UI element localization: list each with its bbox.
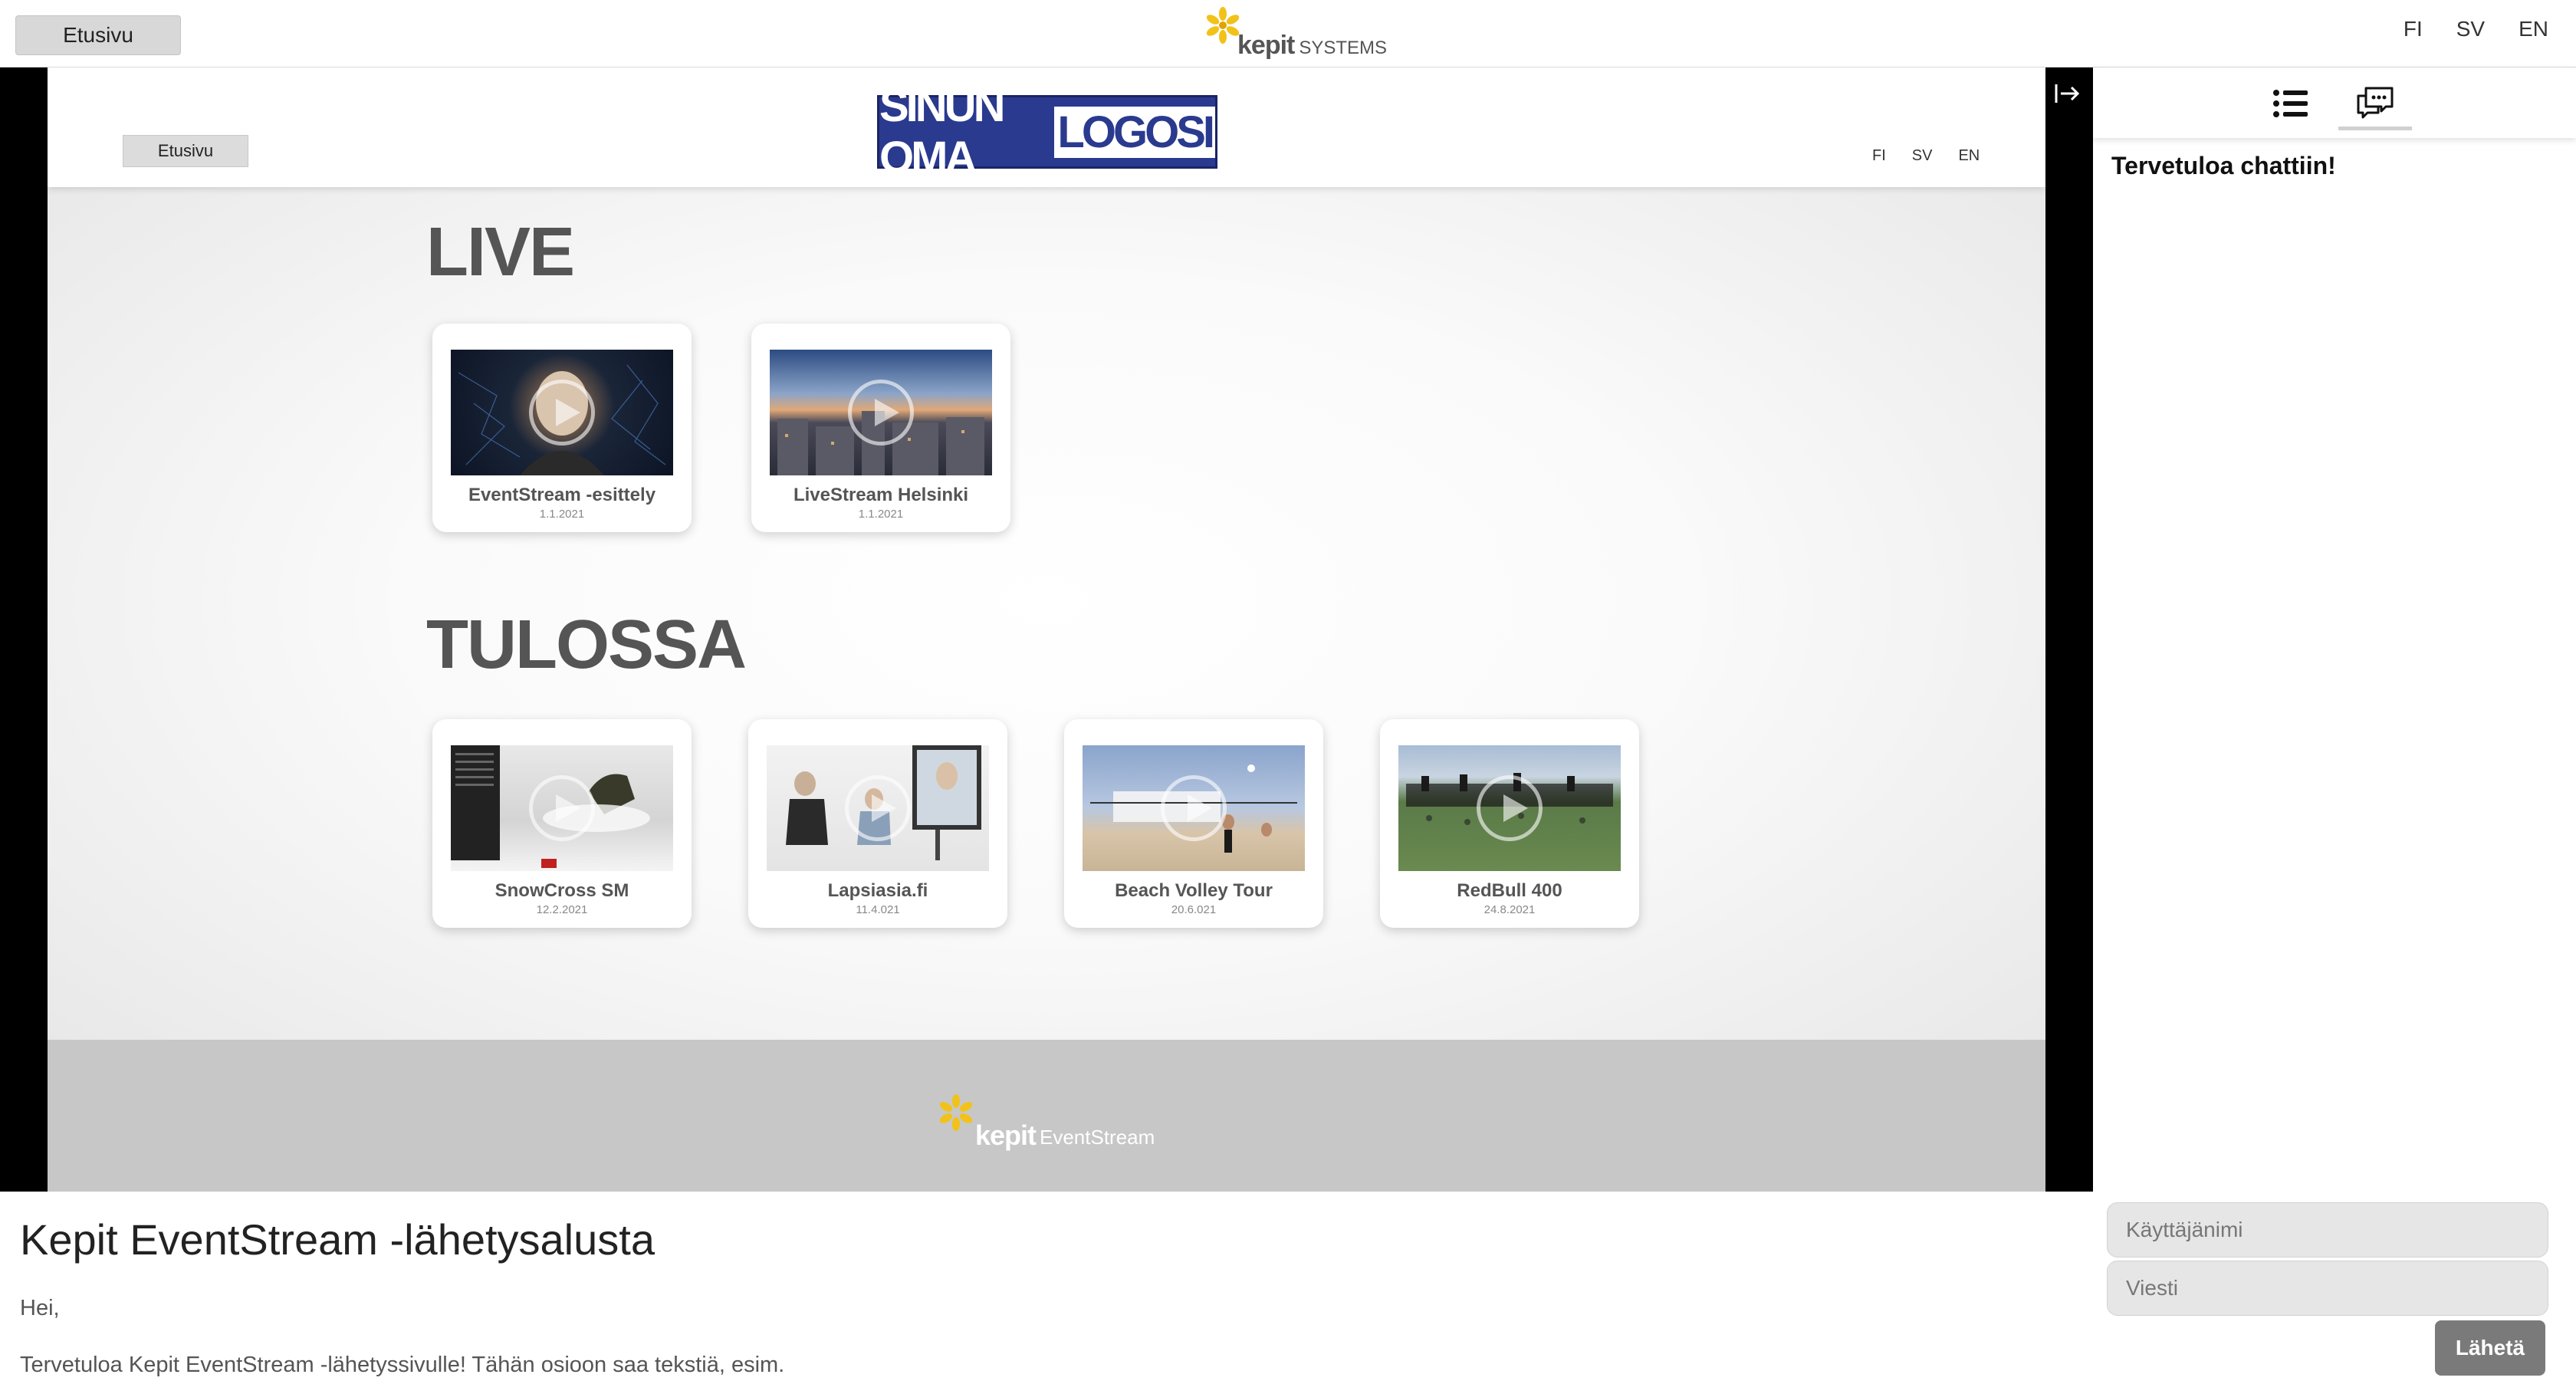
kepit-systems-logo: kepit SYSTEMS — [1204, 6, 1388, 61]
play-icon — [529, 380, 595, 445]
live-section-title: LIVE — [426, 214, 575, 291]
stream-footer: kepit EventStream — [48, 1040, 2045, 1192]
chat-panel: Tervetuloa chattiin! Lähetä — [2093, 67, 2576, 1394]
event-card: LiveStream Helsinki 1.1.2021 — [751, 324, 1010, 532]
message-input[interactable] — [2107, 1261, 2548, 1316]
upcoming-section-title: TULOSSA — [426, 607, 747, 683]
event-title: SnowCross SM — [495, 880, 629, 901]
collapse-chat-icon[interactable] — [2047, 74, 2087, 113]
chat-tabs — [2093, 67, 2576, 138]
page-title: Kepit EventStream -lähetysalusta — [20, 1215, 655, 1264]
custom-logo: SINUN OMA LOGOSI — [877, 81, 1217, 182]
language-switcher: FI SV EN — [2404, 17, 2548, 41]
stream-page-preview: Etusivu SINUN OMA LOGOSI FI SV EN LIVE E… — [48, 67, 2045, 1192]
tab-chat[interactable] — [2338, 77, 2412, 130]
event-date: 1.1.2021 — [858, 508, 904, 521]
play-icon — [845, 775, 911, 841]
description-section: Kepit EventStream -lähetysalusta Hei, Te… — [0, 1192, 2093, 1394]
event-thumbnail — [1083, 745, 1305, 871]
list-icon — [2273, 90, 2308, 117]
event-date: 24.8.2021 — [1484, 903, 1536, 916]
event-thumbnail — [451, 350, 673, 475]
event-date: 12.2.2021 — [536, 903, 588, 916]
play-icon — [1161, 775, 1227, 841]
event-title: RedBull 400 — [1457, 880, 1562, 901]
lang-fi-link[interactable]: FI — [2404, 17, 2423, 41]
flower-logo-icon — [939, 1094, 973, 1131]
stream-language-switcher: FI SV EN — [1872, 147, 1980, 164]
chat-welcome-message: Tervetuloa chattiin! — [2111, 152, 2336, 179]
home-button[interactable]: Etusivu — [15, 15, 181, 55]
event-card: Lapsiasia.fi 11.4.021 — [748, 719, 1007, 928]
send-button[interactable]: Lähetä — [2435, 1320, 2545, 1376]
event-thumbnail — [451, 745, 673, 871]
brand-name: kepit — [1237, 31, 1295, 60]
event-card: Beach Volley Tour 20.6.021 — [1064, 719, 1323, 928]
event-thumbnail — [770, 350, 992, 475]
event-card: SnowCross SM 12.2.2021 — [432, 719, 692, 928]
description-body: Tervetuloa Kepit EventStream -lähetyssiv… — [20, 1353, 785, 1377]
event-thumbnail — [767, 745, 989, 871]
play-icon — [848, 380, 914, 445]
play-icon — [529, 775, 595, 841]
event-card: EventStream -esittely 1.1.2021 — [432, 324, 692, 532]
stream-header: Etusivu SINUN OMA LOGOSI FI SV EN — [48, 67, 2045, 187]
event-thumbnail — [1398, 745, 1621, 871]
lang-sv-link[interactable]: SV — [2456, 17, 2485, 41]
lang-en-link[interactable]: EN — [2518, 17, 2548, 41]
event-date: 20.6.021 — [1171, 903, 1217, 916]
chat-bubbles-icon — [2357, 87, 2394, 118]
stream-home-button: Etusivu — [123, 135, 248, 167]
play-icon — [1477, 775, 1543, 841]
event-date: 1.1.2021 — [539, 508, 585, 521]
video-player[interactable]: Etusivu SINUN OMA LOGOSI FI SV EN LIVE E… — [0, 67, 2093, 1192]
event-title: Lapsiasia.fi — [827, 880, 928, 901]
kepit-eventstream-logo: kepit EventStream — [937, 1093, 1167, 1155]
description-greeting: Hei, — [20, 1296, 60, 1320]
event-date: 11.4.021 — [856, 903, 900, 916]
event-card: RedBull 400 24.8.2021 — [1380, 719, 1639, 928]
flower-logo-icon — [1206, 7, 1240, 44]
event-title: Beach Volley Tour — [1115, 880, 1273, 901]
event-title: EventStream -esittely — [468, 485, 656, 505]
event-title: LiveStream Helsinki — [793, 485, 969, 505]
brand-subtitle: SYSTEMS — [1299, 38, 1388, 58]
tab-list[interactable] — [2254, 77, 2328, 130]
top-bar: Etusivu kepit SYSTEMS FI SV EN — [0, 0, 2576, 67]
username-input[interactable] — [2107, 1202, 2548, 1258]
